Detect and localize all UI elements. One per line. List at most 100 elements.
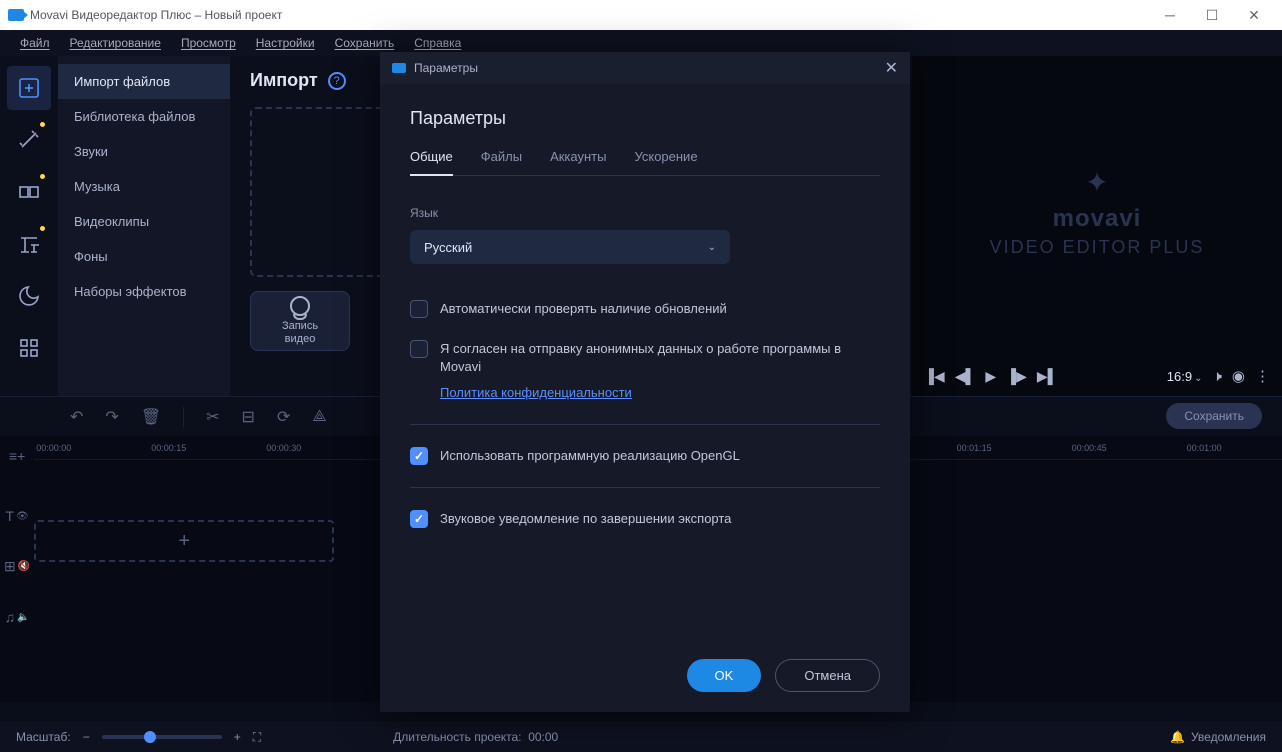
dialog-heading: Параметры — [410, 108, 880, 129]
checkbox-export-sound-label: Звуковое уведомление по завершении экспо… — [440, 510, 731, 528]
sidebar-item-music[interactable]: Музыка — [58, 169, 230, 204]
skip-fwd-icon[interactable]: ▶▌ — [1037, 368, 1058, 385]
dialog-titlebar[interactable]: Параметры ✕ — [380, 52, 910, 84]
undo-icon[interactable]: ↶ — [70, 407, 83, 427]
record-label: Запись видео — [282, 320, 318, 346]
time-mark: 00:00:30 — [266, 443, 301, 453]
time-mark: 00:01:00 — [1187, 443, 1222, 453]
zoom-out-icon[interactable]: − — [83, 730, 90, 744]
language-value: Русский — [424, 240, 472, 255]
aspect-ratio[interactable]: 16:9⌄ — [1167, 369, 1203, 384]
dialog-close-button[interactable]: ✕ — [885, 58, 898, 78]
ok-button[interactable]: OK — [687, 659, 762, 692]
bell-icon: 🔔 — [1170, 730, 1185, 744]
sidebar-item-sounds[interactable]: Звуки — [58, 134, 230, 169]
step-fwd-icon[interactable]: ▐▶ — [1006, 368, 1027, 385]
sidebar-item-import[interactable]: Импорт файлов — [58, 64, 230, 99]
dialog-title: Параметры — [414, 61, 877, 75]
track-type-audio[interactable]: ♫ 🔈 — [1, 601, 34, 633]
record-video-button[interactable]: Запись видео — [250, 291, 350, 351]
volume-icon[interactable]: 🕨 — [1212, 368, 1221, 385]
checkbox-opengl-label: Использовать программную реализацию Open… — [440, 447, 740, 465]
cut-icon[interactable]: ✂ — [206, 407, 219, 427]
notifications-button[interactable]: 🔔 Уведомления — [1170, 730, 1266, 744]
tool-filters[interactable] — [7, 118, 51, 162]
rotate-icon[interactable]: ⟳ — [277, 407, 290, 427]
brand-name: movavi — [912, 205, 1282, 233]
settings-tabs: Общие Файлы Аккаунты Ускорение — [410, 149, 880, 176]
statusbar: Масштаб: − + ⛶ Длительность проекта: 00:… — [0, 722, 1282, 752]
play-icon[interactable]: ▶ — [985, 368, 996, 385]
webcam-icon — [290, 296, 310, 316]
step-back-icon[interactable]: ◀▌ — [955, 368, 976, 385]
wand-icon — [17, 128, 41, 152]
checkbox-export-sound[interactable] — [410, 510, 428, 528]
preview-watermark: ✦ movavi Video Editor Plus — [912, 166, 1282, 258]
checkbox-opengl[interactable] — [410, 447, 428, 465]
chevron-down-icon: ⌄ — [708, 242, 716, 253]
tool-import[interactable] — [7, 66, 51, 110]
sidebar-item-videos[interactable]: Видеоклипы — [58, 204, 230, 239]
menu-help[interactable]: Справка — [404, 32, 471, 54]
titlebar: Movavi Видеоредактор Плюс – Новый проект… — [0, 0, 1282, 30]
tab-acceleration[interactable]: Ускорение — [634, 149, 697, 175]
menu-settings[interactable]: Настройки — [246, 32, 325, 54]
movavi-logo-icon: ✦ — [912, 166, 1282, 199]
zoom-slider[interactable] — [102, 735, 222, 739]
menu-save[interactable]: Сохранить — [325, 32, 405, 54]
zoom-label: Масштаб: — [16, 730, 71, 744]
checkbox-analytics-label: Я согласен на отправку анонимных данных … — [440, 340, 880, 376]
moon-icon — [17, 284, 41, 308]
window-title: Movavi Видеоредактор Плюс – Новый проект — [30, 8, 282, 22]
grid-icon — [17, 336, 41, 360]
sidebar-item-backgrounds[interactable]: Фоны — [58, 239, 230, 274]
add-clip-placeholder[interactable]: + — [34, 520, 334, 562]
tool-transitions[interactable] — [7, 170, 51, 214]
sidebar-item-library[interactable]: Библиотека файлов — [58, 99, 230, 134]
import-icon — [17, 76, 41, 100]
more-icon[interactable]: ⋮ — [1255, 367, 1270, 385]
language-label: Язык — [410, 206, 880, 220]
help-icon[interactable]: ? — [328, 72, 346, 90]
app-icon — [8, 9, 24, 21]
menu-edit[interactable]: Редактирование — [60, 32, 171, 54]
menu-file[interactable]: Файл — [10, 32, 60, 54]
transition-icon — [17, 180, 41, 204]
text-icon — [17, 232, 41, 256]
dialog-app-icon — [392, 63, 406, 73]
import-title: Импорт — [250, 70, 318, 91]
language-select[interactable]: Русский ⌄ — [410, 230, 730, 264]
track-type-video[interactable]: ⊞ 🔇 — [0, 550, 34, 583]
time-mark: 00:00:15 — [151, 443, 186, 453]
crop-icon[interactable]: ⟁ — [312, 408, 326, 426]
checkbox-analytics[interactable] — [410, 340, 428, 358]
maximize-button[interactable]: ☐ — [1192, 3, 1232, 27]
cancel-button[interactable]: Отмена — [775, 659, 880, 692]
player-controls: ▐◀ ◀▌ ▶ ▐▶ ▶▌ 16:9⌄ 🕨 ◉ ⋮ — [912, 356, 1282, 396]
save-button[interactable]: Сохранить — [1166, 403, 1262, 429]
delete-icon[interactable]: 🗑 — [141, 407, 161, 427]
tool-titles[interactable] — [7, 222, 51, 266]
checkbox-updates[interactable] — [410, 300, 428, 318]
skip-back-icon[interactable]: ▐◀ — [924, 368, 945, 385]
snapshot-icon[interactable]: ◉ — [1232, 367, 1245, 385]
privacy-policy-link[interactable]: Политика конфиденциальности — [440, 385, 632, 400]
redo-icon[interactable]: ↷ — [105, 407, 118, 427]
menu-view[interactable]: Просмотр — [171, 32, 246, 54]
add-track-icon[interactable]: ≡+ — [5, 440, 29, 472]
product-name: Video Editor Plus — [912, 237, 1282, 258]
tab-general[interactable]: Общие — [410, 149, 453, 176]
tool-more[interactable] — [7, 326, 51, 370]
sidebar-item-effects[interactable]: Наборы эффектов — [58, 274, 230, 309]
zoom-fit-icon[interactable]: ⛶ — [253, 730, 261, 745]
track-type-text[interactable]: T 👁 — [1, 500, 32, 532]
checkbox-updates-label: Автоматически проверять наличие обновлен… — [440, 300, 727, 318]
minimize-button[interactable]: ─ — [1150, 3, 1190, 27]
split-icon[interactable]: ⊟ — [242, 407, 255, 427]
tool-stickers[interactable] — [7, 274, 51, 318]
close-button[interactable]: ✕ — [1234, 3, 1274, 27]
time-mark: 00:00:00 — [36, 443, 71, 453]
zoom-in-icon[interactable]: + — [234, 730, 241, 744]
tab-accounts[interactable]: Аккаунты — [550, 149, 606, 175]
tab-files[interactable]: Файлы — [481, 149, 522, 175]
